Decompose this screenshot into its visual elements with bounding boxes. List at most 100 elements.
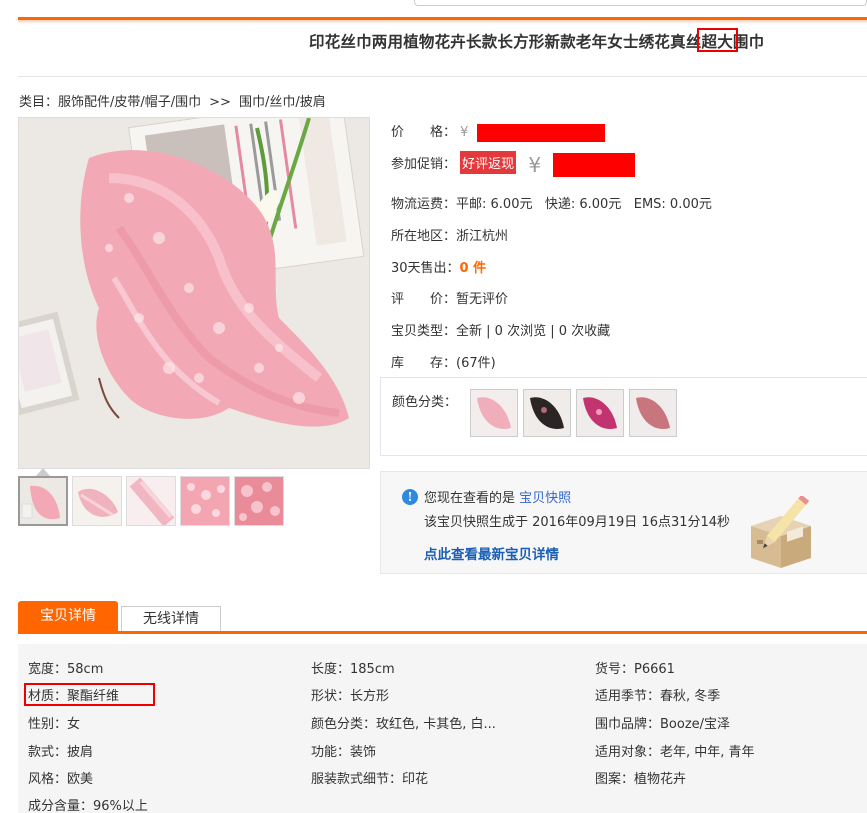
- attr-length: 长度：185cm: [311, 658, 395, 677]
- swatch-black-image: [524, 390, 570, 436]
- breadcrumb-separator: >>: [209, 95, 231, 110]
- attr-label: 形状：: [311, 689, 351, 704]
- promo-label: 参加促销：: [391, 157, 457, 172]
- attr-value: 老年, 中年, 青年: [660, 745, 755, 760]
- attr-value: P6661: [634, 662, 675, 677]
- price-label: 价 格：: [391, 125, 457, 140]
- attr-label: 风格：: [28, 772, 68, 787]
- stock-row: 库 存：(67件): [391, 352, 496, 371]
- attr-gender: 性别：女: [28, 713, 80, 732]
- scarf-photo-illustration: [19, 118, 369, 468]
- promo-currency: ¥: [528, 152, 542, 177]
- attr-value: 58cm: [67, 662, 104, 677]
- attr-shape: 形状：长方形: [311, 685, 389, 704]
- package-pencil-icon: [751, 496, 811, 568]
- thumbnail-5-image: [235, 477, 283, 525]
- tab-underline-bar: [18, 631, 867, 634]
- swatch-rose-image: [630, 390, 676, 436]
- stock-value: (67件): [456, 356, 496, 371]
- attr-value: 植物花卉: [634, 772, 687, 787]
- snapshot-notice: ! 您现在查看的是 宝贝快照 该宝贝快照生成于 2016年09月19日 16点3…: [380, 471, 867, 574]
- location-value: 浙江杭州: [456, 229, 509, 244]
- breadcrumb: 类目：服饰配件/皮带/帽子/围巾 >> 围巾/丝巾/披肩: [19, 91, 326, 110]
- thumbnail-2[interactable]: [72, 476, 122, 526]
- thumbnail-2-image: [73, 477, 121, 525]
- header-accent-shadow: [18, 20, 867, 24]
- attr-value: 长方形: [350, 689, 390, 704]
- attr-item-number: 货号：P6661: [595, 658, 675, 677]
- attr-value: 春秋, 冬季: [660, 689, 721, 704]
- color-label: 颜色分类：: [392, 395, 458, 410]
- snapshot-link[interactable]: 宝贝快照: [519, 491, 571, 506]
- attr-label: 功能：: [311, 745, 351, 760]
- attr-label: 性别：: [28, 717, 68, 732]
- divider: [18, 76, 867, 77]
- swatch-pink-image: [471, 390, 517, 436]
- attr-value: 玫红色, 卡其色, 白...: [376, 717, 496, 732]
- attr-style: 风格：欧美: [28, 768, 93, 787]
- rating-value: 暂无评价: [456, 292, 509, 307]
- tab-details[interactable]: 宝贝详情: [18, 601, 118, 631]
- swatch-magenta-image: [577, 390, 623, 436]
- attribute-list: 宽度：58cm 长度：185cm 货号：P6661 材质：聚酯纤维 形状：长方形…: [18, 644, 867, 813]
- snapshot-viewing-text: 您现在查看的是: [424, 491, 520, 506]
- thumbnail-4[interactable]: [180, 476, 230, 526]
- rating-row: 评 价：暂无评价: [391, 288, 508, 307]
- thumbnail-3-image: [127, 477, 175, 525]
- thumbnail-strip: [18, 476, 284, 526]
- sold-label: 30天售出：: [391, 261, 460, 276]
- attr-value: Booze/宝泽: [660, 717, 731, 732]
- attr-detail: 服装款式细节：印花: [311, 768, 428, 787]
- promo-tag[interactable]: 好评返现: [460, 151, 517, 174]
- color-selector: 颜色分类：: [380, 377, 867, 456]
- stock-label: 库 存：: [391, 356, 457, 371]
- attr-value: 装饰: [350, 745, 377, 760]
- attr-pattern: 图案：植物花卉: [595, 768, 686, 787]
- view-latest-link[interactable]: 点此查看最新宝贝详情: [424, 543, 559, 563]
- thumbnail-1[interactable]: [18, 476, 68, 526]
- location-row: 所在地区：浙江杭州: [391, 225, 508, 244]
- sold-value: 0 件: [459, 261, 487, 276]
- location-label: 所在地区：: [391, 229, 457, 244]
- attr-label: 图案：: [595, 772, 635, 787]
- thumbnail-1-image: [20, 478, 66, 524]
- attr-label: 围巾品牌：: [595, 717, 661, 732]
- attr-label: 货号：: [595, 662, 635, 677]
- attr-value: 印花: [402, 772, 429, 787]
- attr-label: 长度：: [311, 662, 351, 677]
- thumbnail-5[interactable]: [234, 476, 284, 526]
- attr-value: 披肩: [67, 745, 94, 760]
- breadcrumb-category-link[interactable]: 服饰配件/皮带/帽子/围巾: [58, 95, 201, 110]
- swatch-rose[interactable]: [629, 389, 677, 437]
- snapshot-generated-text: 该宝贝快照生成于 2016年09月19日 16点31分14秒: [424, 515, 731, 530]
- attr-content: 成分含量：96%以上: [28, 795, 148, 813]
- price-row: 价 格： ¥: [391, 121, 605, 142]
- thumbnail-3[interactable]: [126, 476, 176, 526]
- attr-season: 适用季节：春秋, 冬季: [595, 685, 720, 704]
- main-product-image[interactable]: [18, 117, 370, 469]
- shipping-label: 物流运费：: [391, 197, 457, 212]
- type-label: 宝贝类型：: [391, 324, 457, 339]
- snapshot-viewing-line: 您现在查看的是 宝贝快照: [424, 487, 571, 506]
- type-row: 宝贝类型：全新 | 0 次浏览 | 0 次收藏: [391, 320, 610, 339]
- price-currency: ¥: [460, 125, 469, 140]
- promo-price-redacted: [553, 152, 636, 177]
- attr-value: 96%以上: [93, 799, 148, 813]
- search-bar-edge: [414, 0, 867, 6]
- breadcrumb-prefix: 类目：: [19, 95, 59, 110]
- tab-mobile-details[interactable]: 无线详情: [121, 606, 221, 631]
- attr-value: 185cm: [350, 662, 395, 677]
- attr-width: 宽度：58cm: [28, 658, 103, 677]
- swatch-magenta[interactable]: [576, 389, 624, 437]
- shipping-row: 物流运费：平邮: 6.00元 快递: 6.00元 EMS: 0.00元: [391, 193, 712, 212]
- attr-style-type: 款式：披肩: [28, 741, 93, 760]
- price-redacted: [476, 123, 605, 142]
- swatch-pink[interactable]: [470, 389, 518, 437]
- rating-label: 评 价：: [391, 292, 457, 307]
- attr-value: 女: [67, 717, 81, 732]
- attr-value: 欧美: [67, 772, 94, 787]
- attr-label: 成分含量：: [28, 799, 94, 813]
- breadcrumb-subcategory-link[interactable]: 围巾/丝巾/披肩: [239, 95, 326, 110]
- swatch-black[interactable]: [523, 389, 571, 437]
- sold-row: 30天售出：0 件: [391, 257, 486, 276]
